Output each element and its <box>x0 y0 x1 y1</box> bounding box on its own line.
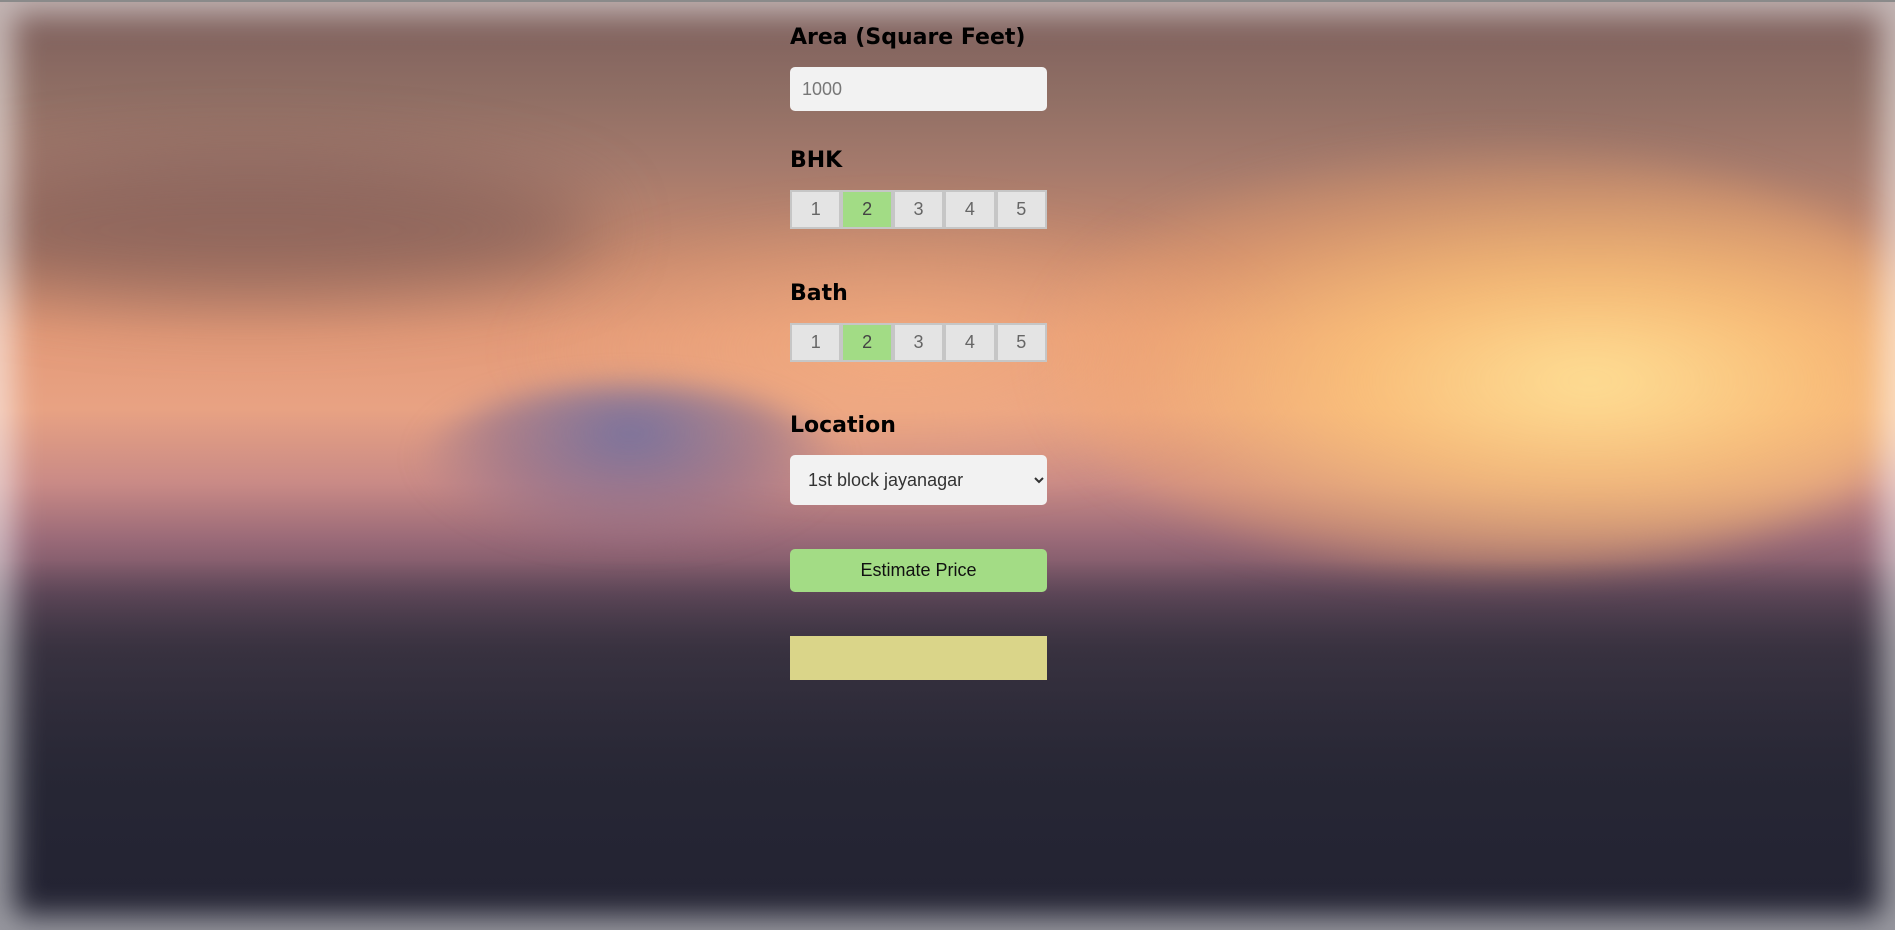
bhk-selector: 1 2 3 4 5 <box>790 190 1047 229</box>
bath-option-2[interactable]: 2 <box>841 323 893 362</box>
bhk-option-4[interactable]: 4 <box>944 190 996 229</box>
estimated-price-result <box>790 636 1047 680</box>
bhk-option-5[interactable]: 5 <box>995 190 1047 229</box>
bhk-option-2[interactable]: 2 <box>841 190 893 229</box>
top-border <box>0 0 1895 2</box>
bhk-option-1[interactable]: 1 <box>790 190 842 229</box>
bath-selector: 1 2 3 4 5 <box>790 323 1047 362</box>
bhk-option-3[interactable]: 3 <box>892 190 945 229</box>
bath-option-1[interactable]: 1 <box>790 323 842 362</box>
bath-label: Bath <box>790 281 848 306</box>
price-estimate-form: Area (Square Feet) BHK 1 2 3 4 5 Bath 1 … <box>790 24 1047 680</box>
bath-option-4[interactable]: 4 <box>944 323 996 362</box>
estimate-price-button[interactable]: Estimate Price <box>790 549 1047 592</box>
location-label: Location <box>790 413 896 438</box>
area-label: Area (Square Feet) <box>790 25 1026 50</box>
area-input[interactable] <box>790 67 1047 111</box>
location-select[interactable]: 1st block jayanagar <box>790 455 1047 505</box>
bath-option-3[interactable]: 3 <box>892 323 945 362</box>
bhk-label: BHK <box>790 148 843 173</box>
bath-option-5[interactable]: 5 <box>995 323 1047 362</box>
